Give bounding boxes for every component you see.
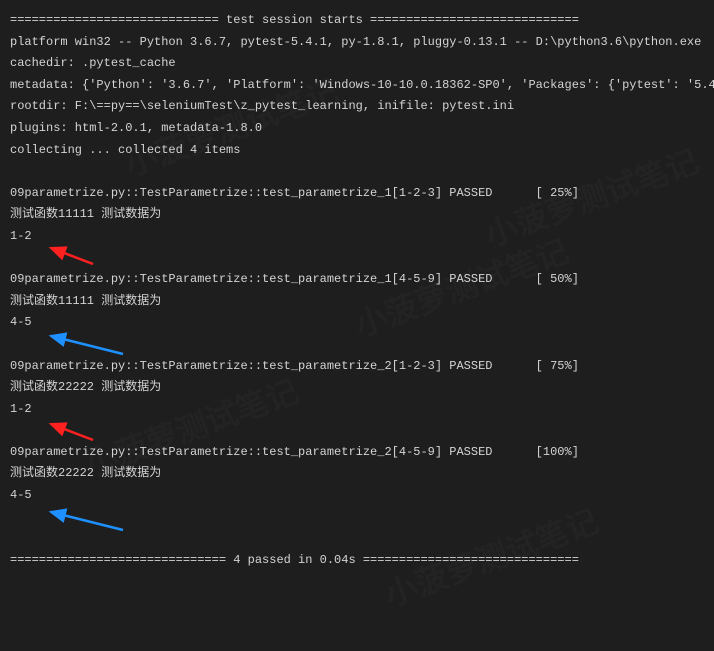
collecting-line: collecting ... collected 4 items — [10, 140, 704, 162]
test-output-line: 测试函数11111 测试数据为 — [10, 291, 704, 313]
test-output-line: 测试函数11111 测试数据为 — [10, 204, 704, 226]
rootdir-line: rootdir: F:\==py==\seleniumTest\z_pytest… — [10, 96, 704, 118]
test-output-line: 4-5 — [10, 485, 704, 507]
test-output-line: 测试函数22222 测试数据为 — [10, 377, 704, 399]
test-output-line: 1-2 — [10, 226, 704, 248]
test-result-line: 09parametrize.py::TestParametrize::test_… — [10, 269, 704, 291]
summary-divider: ============================== 4 passed … — [10, 550, 704, 572]
plugins-line: plugins: html-2.0.1, metadata-1.8.0 — [10, 118, 704, 140]
metadata-line: metadata: {'Python': '3.6.7', 'Platform'… — [10, 75, 704, 97]
test-result-line: 09parametrize.py::TestParametrize::test_… — [10, 183, 704, 205]
test-result-line: 09parametrize.py::TestParametrize::test_… — [10, 356, 704, 378]
test-output-line: 1-2 — [10, 399, 704, 421]
test-result-line: 09parametrize.py::TestParametrize::test_… — [10, 442, 704, 464]
terminal-output: ============================= test sessi… — [10, 10, 704, 571]
platform-line: platform win32 -- Python 3.6.7, pytest-5… — [10, 32, 704, 54]
session-start-divider: ============================= test sessi… — [10, 10, 704, 32]
test-output-line: 4-5 — [10, 312, 704, 334]
cachedir-line: cachedir: .pytest_cache — [10, 53, 704, 75]
test-output-line: 测试函数22222 测试数据为 — [10, 463, 704, 485]
